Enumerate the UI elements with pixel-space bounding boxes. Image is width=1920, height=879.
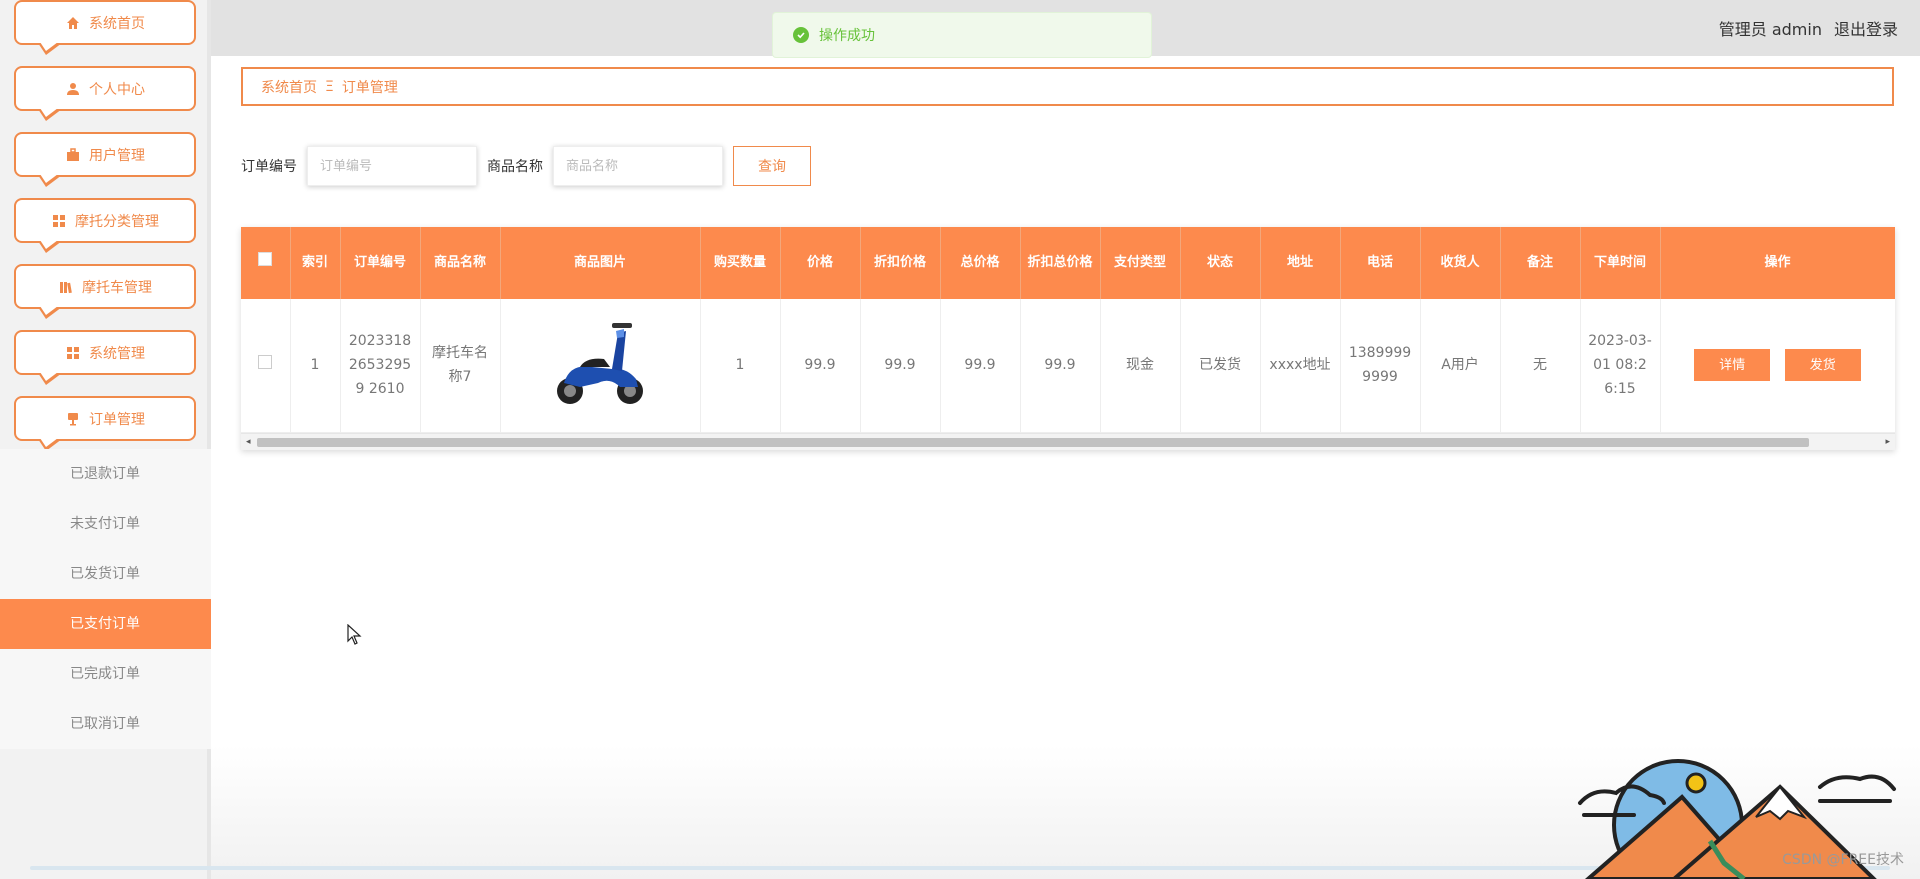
horizontal-scrollbar[interactable]: ◂ ▸	[241, 433, 1895, 450]
search-form: 订单编号 商品名称 查询	[241, 146, 811, 186]
header-cell: 购买数量	[700, 227, 781, 299]
breadcrumb-current: 订单管理	[341, 79, 398, 96]
cell-quantity: 1	[700, 299, 781, 433]
orders-table: 索引 订单编号 商品名称 商品图片 购买数量 价格 折扣价格 总价格 折扣总价格…	[241, 227, 1895, 450]
submenu-item-shipped[interactable]: 已发货订单	[0, 549, 211, 599]
header-cell: 备注	[1500, 227, 1581, 299]
grid-icon	[65, 345, 81, 361]
check-circle-icon	[793, 27, 809, 43]
watermark: CSDN @FREE技术	[1782, 852, 1904, 868]
menu-item-home[interactable]: 系统首页	[14, 0, 196, 55]
menu-item-label: 个人中心	[89, 81, 145, 98]
admin-label: 管理员 admin	[1718, 20, 1822, 39]
menu-item-label: 订单管理	[89, 411, 145, 428]
cell-address: xxxx地址	[1260, 299, 1341, 433]
header-cell: 价格	[780, 227, 861, 299]
menu-item-users[interactable]: 用户管理	[14, 132, 196, 187]
sidebar: 系统首页 个人中心 用户管理 摩托分类管理 摩托车管理 系统管理 订单管理 已退…	[0, 0, 211, 879]
table-row: 1 202331826532959 2610 摩托车名称7 1 99.9 99.…	[241, 299, 1895, 433]
header-cell: 商品图片	[500, 227, 701, 299]
header-cell: 商品名称	[420, 227, 501, 299]
table-header-row: 索引 订单编号 商品名称 商品图片 购买数量 价格 折扣价格 总价格 折扣总价格…	[241, 227, 1895, 299]
cell-phone: 13899999999	[1340, 299, 1421, 433]
success-toast: 操作成功	[772, 12, 1152, 58]
cell-order-no: 202331826532959 2610	[340, 299, 421, 433]
header-cell: 总价格	[940, 227, 1021, 299]
cell-price: 99.9	[780, 299, 861, 433]
scroll-left-icon[interactable]: ◂	[246, 437, 251, 447]
header-cell: 支付类型	[1100, 227, 1181, 299]
header-cell: 订单编号	[340, 227, 421, 299]
header-cell: 状态	[1180, 227, 1261, 299]
search-button[interactable]: 查询	[733, 146, 811, 186]
scooter-image	[557, 323, 643, 405]
menu-item-label: 系统管理	[89, 345, 145, 362]
product-name-input[interactable]	[553, 146, 723, 186]
cell-product-image	[500, 299, 701, 433]
order-no-label: 订单编号	[241, 159, 297, 175]
breadcrumb-separator: Ξ	[325, 78, 334, 95]
cell-total-price: 99.9	[940, 299, 1021, 433]
logout-link[interactable]: 退出登录	[1834, 16, 1898, 40]
orders-submenu: 已退款订单 未支付订单 已发货订单 已支付订单 已完成订单 已取消订单	[0, 449, 211, 749]
cell-remark: 无	[1500, 299, 1581, 433]
toast-message: 操作成功	[819, 28, 875, 44]
briefcase-icon	[65, 147, 81, 163]
cup-icon	[65, 411, 81, 427]
cell-status: 已发货	[1180, 299, 1261, 433]
cell-pay-type: 现金	[1100, 299, 1181, 433]
row-checkbox[interactable]	[258, 355, 273, 370]
order-no-input[interactable]	[307, 146, 477, 186]
menu-item-orders[interactable]: 订单管理	[14, 396, 196, 451]
header-cell: 下单时间	[1580, 227, 1661, 299]
header-cell: 折扣总价格	[1020, 227, 1101, 299]
submenu-item-unpaid[interactable]: 未支付订单	[0, 499, 211, 549]
scroll-right-icon[interactable]: ▸	[1885, 437, 1890, 447]
ship-button[interactable]: 发货	[1784, 349, 1861, 382]
cell-discount-total: 99.9	[1020, 299, 1101, 433]
cell-discount-price: 99.9	[860, 299, 941, 433]
home-icon	[65, 15, 81, 31]
detail-button[interactable]: 详情	[1694, 349, 1771, 382]
header-cell: 收货人	[1420, 227, 1501, 299]
menu-item-motorcycle[interactable]: 摩托车管理	[14, 264, 196, 319]
header-cell: 折扣价格	[860, 227, 941, 299]
grid-icon	[51, 213, 67, 229]
mouse-cursor-icon	[347, 624, 362, 645]
scroll-thumb[interactable]	[257, 438, 1809, 447]
menu-item-label: 摩托分类管理	[75, 213, 159, 230]
menu-item-label: 系统首页	[89, 15, 145, 32]
menu-item-category[interactable]: 摩托分类管理	[14, 198, 196, 253]
breadcrumb: 系统首页 Ξ 订单管理	[241, 67, 1894, 106]
breadcrumb-home[interactable]: 系统首页	[261, 77, 317, 97]
row-select-cell[interactable]	[241, 299, 291, 433]
cell-actions: 详情 发货	[1660, 299, 1895, 433]
submenu-item-cancelled[interactable]: 已取消订单	[0, 699, 211, 749]
header-cell: 地址	[1260, 227, 1341, 299]
select-all-checkbox[interactable]	[258, 252, 273, 266]
header-cell: 电话	[1340, 227, 1421, 299]
header-cell: 操作	[1660, 227, 1895, 299]
books-icon	[58, 279, 74, 295]
cell-index: 1	[290, 299, 341, 433]
submenu-item-completed[interactable]: 已完成订单	[0, 649, 211, 699]
menu-item-label: 用户管理	[89, 147, 145, 164]
menu-item-profile[interactable]: 个人中心	[14, 66, 196, 121]
cell-product-name: 摩托车名称7	[420, 299, 501, 433]
user-icon	[65, 81, 81, 97]
menu-item-system[interactable]: 系统管理	[14, 330, 196, 385]
menu-item-label: 摩托车管理	[82, 279, 152, 296]
product-name-label: 商品名称	[487, 159, 543, 175]
submenu-item-paid[interactable]: 已支付订单	[0, 599, 211, 649]
cell-order-time: 2023-03-01 08:26:15	[1580, 299, 1661, 433]
submenu-item-refunded[interactable]: 已退款订单	[0, 449, 211, 499]
header-select-all[interactable]	[241, 227, 291, 299]
user-area: 管理员 admin 退出登录	[1719, 16, 1898, 40]
cell-receiver: A用户	[1420, 299, 1501, 433]
header-cell: 索引	[290, 227, 341, 299]
